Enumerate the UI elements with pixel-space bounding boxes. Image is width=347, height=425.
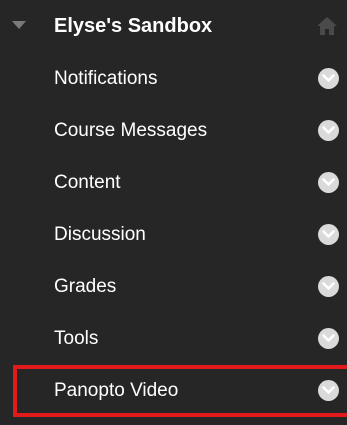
menu-item-label: Panopto Video xyxy=(54,380,179,401)
chevron-down-circle-icon[interactable] xyxy=(318,276,339,297)
menu-item-discussion[interactable]: Discussion xyxy=(0,209,347,261)
menu-item-notifications[interactable]: Notifications xyxy=(0,53,347,105)
course-menu-header: Elyse's Sandbox xyxy=(0,0,347,52)
triangle-down-icon[interactable] xyxy=(12,21,26,29)
course-title[interactable]: Elyse's Sandbox xyxy=(54,14,212,38)
chevron-down-circle-icon[interactable] xyxy=(318,224,339,245)
chevron-down-circle-icon[interactable] xyxy=(318,380,339,401)
menu-item-panopto-video[interactable]: Panopto Video xyxy=(0,365,347,417)
home-icon[interactable] xyxy=(316,16,338,36)
menu-item-label: Discussion xyxy=(54,224,146,245)
menu-item-tools[interactable]: Tools xyxy=(0,313,347,365)
menu-item-label: Grades xyxy=(54,276,117,297)
menu-item-grades[interactable]: Grades xyxy=(0,261,347,313)
menu-item-label: Course Messages xyxy=(54,120,208,141)
course-menu: Elyse's Sandbox Notifications Course Mes… xyxy=(0,0,347,425)
chevron-down-circle-icon[interactable] xyxy=(318,120,339,141)
chevron-down-circle-icon[interactable] xyxy=(318,172,339,193)
menu-item-course-messages[interactable]: Course Messages xyxy=(0,105,347,157)
chevron-down-circle-icon[interactable] xyxy=(318,328,339,349)
menu-item-label: Notifications xyxy=(54,68,158,89)
menu-item-content[interactable]: Content xyxy=(0,157,347,209)
menu-item-label: Tools xyxy=(54,328,99,349)
menu-item-label: Content xyxy=(54,172,121,193)
chevron-down-circle-icon[interactable] xyxy=(318,68,339,89)
